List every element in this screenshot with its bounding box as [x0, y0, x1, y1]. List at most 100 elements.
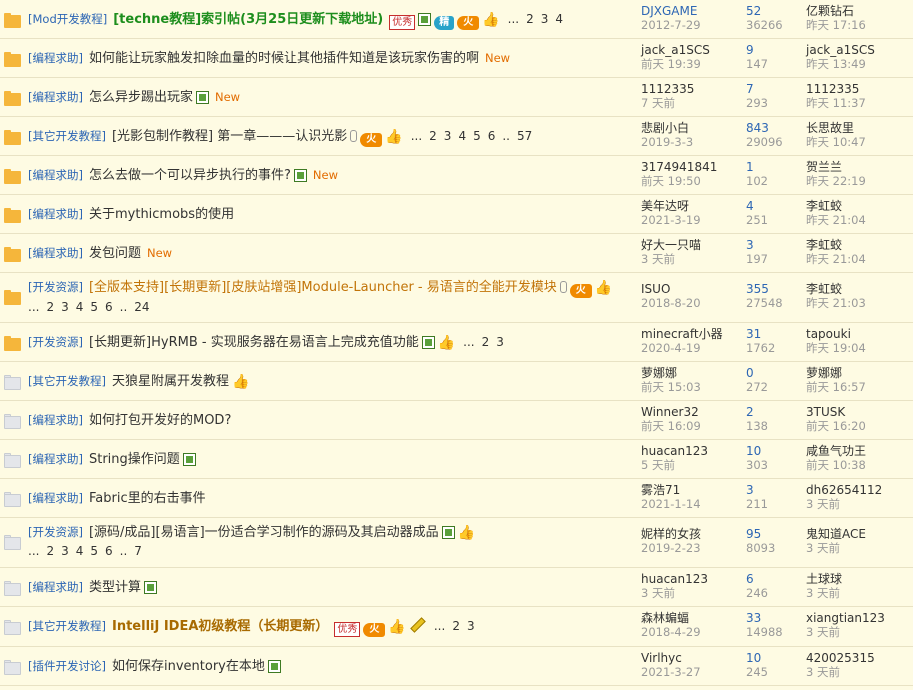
page-link[interactable]: 2 — [482, 335, 490, 349]
reply-count[interactable]: 10 — [746, 444, 801, 458]
thread-category[interactable]: [插件开发讨论] — [28, 659, 106, 673]
reply-count[interactable]: 0 — [746, 366, 801, 380]
author-name[interactable]: huacan123 — [641, 444, 741, 458]
folder-hot-icon[interactable] — [4, 336, 21, 351]
reply-count[interactable]: 52 — [746, 4, 801, 18]
page-link[interactable]: 3 — [61, 300, 69, 314]
thread-title[interactable]: 天狼星附属开发教程 — [112, 374, 229, 389]
thread-title[interactable]: 怎么异步踢出玩家 — [89, 90, 193, 105]
folder-hot-icon[interactable] — [4, 130, 21, 145]
thread-title[interactable]: 如何能让玩家触发扣除血量的时候让其他插件知道是该玩家伤害的啊 — [89, 51, 479, 66]
folder-cold-icon[interactable] — [4, 453, 21, 468]
last-post-user[interactable]: xiangtian123 — [806, 611, 911, 625]
page-link[interactable]: 2 — [429, 129, 437, 143]
page-link[interactable]: 3 — [61, 544, 69, 558]
thread-category[interactable]: [编程求助] — [28, 168, 83, 182]
folder-hot-icon[interactable] — [4, 13, 21, 28]
thread-category[interactable]: [其它开发教程] — [28, 129, 106, 143]
thread-title[interactable]: 发包问题 — [89, 246, 141, 261]
last-post-user[interactable]: 3TUSK — [806, 405, 911, 419]
folder-cold-icon[interactable] — [4, 414, 21, 429]
last-post-time[interactable]: 3 天前 — [806, 541, 911, 555]
last-post-time[interactable]: 前天 16:57 — [806, 380, 911, 394]
last-post-user[interactable]: 420025315 — [806, 651, 911, 665]
last-post-user[interactable]: 咸鱼气功王 — [806, 444, 911, 458]
author-name[interactable]: 妮样的女孩 — [641, 527, 741, 541]
folder-hot-icon[interactable] — [4, 91, 21, 106]
last-post-time[interactable]: 3 天前 — [806, 586, 911, 600]
reply-count[interactable]: 6 — [746, 572, 801, 586]
thread-title[interactable]: String操作问题 — [89, 452, 180, 467]
thread-category[interactable]: [开发资源] — [28, 280, 83, 294]
last-post-user[interactable]: 萝娜娜 — [806, 366, 911, 380]
folder-cold-icon[interactable] — [4, 660, 21, 675]
folder-cold-icon[interactable] — [4, 620, 21, 635]
thread-title[interactable]: 如何保存inventory在本地 — [112, 659, 265, 674]
reply-count[interactable]: 9 — [746, 43, 801, 57]
folder-cold-icon[interactable] — [4, 375, 21, 390]
thread-category[interactable]: [开发资源] — [28, 335, 83, 349]
thread-title[interactable]: IntelliJ IDEA初级教程（长期更新） — [112, 619, 328, 634]
author-name[interactable]: Virlhyc — [641, 651, 741, 665]
last-post-user[interactable]: 亿颗钻石 — [806, 4, 911, 18]
thread-title[interactable]: [源码/成品][易语言]一份适合学习制作的源码及其启动器成品 — [89, 525, 439, 540]
author-name[interactable]: 美年达呀 — [641, 199, 741, 213]
folder-cold-icon[interactable] — [4, 492, 21, 507]
last-post-time[interactable]: 前天 10:38 — [806, 458, 911, 472]
thread-category[interactable]: [Mod开发教程] — [28, 12, 107, 26]
page-link[interactable]: 3 — [541, 12, 549, 26]
page-link[interactable]: 6 — [105, 544, 113, 558]
reply-count[interactable]: 7 — [746, 82, 801, 96]
page-link[interactable]: 57 — [517, 129, 532, 143]
page-link[interactable]: 4 — [76, 300, 84, 314]
reply-count[interactable]: 4 — [746, 199, 801, 213]
page-link[interactable]: 4 — [458, 129, 466, 143]
thread-title[interactable]: [光影包制作教程] 第一章———认识光影 — [112, 129, 347, 144]
author-name[interactable]: 森林蝙蝠 — [641, 611, 741, 625]
thread-category[interactable]: [编程求助] — [28, 90, 83, 104]
page-link[interactable]: 3 — [444, 129, 452, 143]
last-post-user[interactable]: 鬼知道ACE — [806, 527, 911, 541]
page-link[interactable]: 24 — [134, 300, 149, 314]
last-post-time[interactable]: 前天 16:20 — [806, 419, 911, 433]
last-post-user[interactable]: dh62654112 — [806, 483, 911, 497]
last-post-time[interactable]: 昨天 21:04 — [806, 213, 911, 227]
author-name[interactable]: 1112335 — [641, 82, 741, 96]
folder-cold-icon[interactable] — [4, 535, 21, 550]
thread-category[interactable]: [其它开发教程] — [28, 374, 106, 388]
thread-title[interactable]: Fabric里的右击事件 — [89, 491, 206, 506]
last-post-user[interactable]: 贺兰兰 — [806, 160, 911, 174]
last-post-time[interactable]: 昨天 21:04 — [806, 252, 911, 266]
last-post-time[interactable]: 3 天前 — [806, 625, 911, 639]
thread-category[interactable]: [编程求助] — [28, 207, 83, 221]
page-link[interactable]: 5 — [473, 129, 481, 143]
reply-count[interactable]: 843 — [746, 121, 801, 135]
author-name[interactable]: jack_a1SCS — [641, 43, 741, 57]
reply-count[interactable]: 3 — [746, 238, 801, 252]
last-post-user[interactable]: 长思故里 — [806, 121, 911, 135]
folder-hot-icon[interactable] — [4, 247, 21, 262]
author-name[interactable]: 雾浩71 — [641, 483, 741, 497]
thread-category[interactable]: [编程求助] — [28, 51, 83, 65]
author-name[interactable]: huacan123 — [641, 572, 741, 586]
thread-title[interactable]: [全版本支持][长期更新][皮肤站增强]Module-Launcher - 易语… — [89, 280, 557, 295]
thread-category[interactable]: [开发资源] — [28, 525, 83, 539]
author-name[interactable]: 悲剧小白 — [641, 121, 741, 135]
page-link[interactable]: 5 — [90, 300, 98, 314]
folder-hot-icon[interactable] — [4, 52, 21, 67]
last-post-time[interactable]: 3 天前 — [806, 497, 911, 511]
last-post-time[interactable]: 3 天前 — [806, 665, 911, 679]
author-name[interactable]: ISUO — [641, 282, 741, 296]
reply-count[interactable]: 95 — [746, 527, 801, 541]
author-name[interactable]: 萝娜娜 — [641, 366, 741, 380]
page-link[interactable]: 7 — [134, 544, 142, 558]
thread-category[interactable]: [其它开发教程] — [28, 619, 106, 633]
last-post-user[interactable]: 李虹蛟 — [806, 282, 911, 296]
last-post-user[interactable]: 李虹蛟 — [806, 238, 911, 252]
reply-count[interactable]: 2 — [746, 405, 801, 419]
last-post-time[interactable]: 昨天 10:47 — [806, 135, 911, 149]
author-name[interactable]: 好大一只喵 — [641, 238, 741, 252]
thread-title[interactable]: 类型计算 — [89, 580, 141, 595]
thread-title[interactable]: [长期更新]HyRMB - 实现服务器在易语言上完成充值功能 — [89, 335, 419, 350]
last-post-time[interactable]: 昨天 17:16 — [806, 18, 911, 32]
